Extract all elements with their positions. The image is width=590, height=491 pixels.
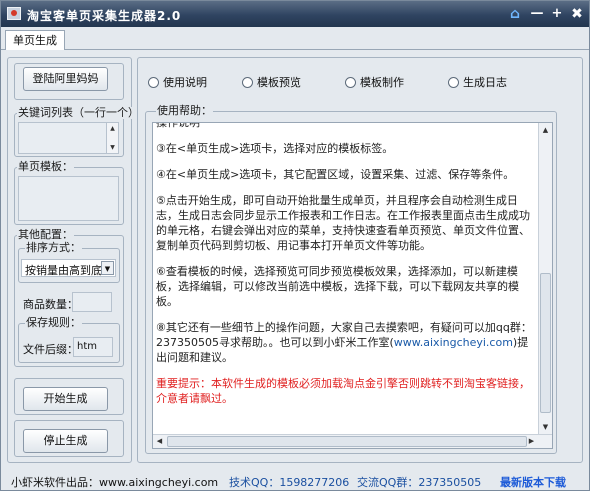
scroll-left-icon[interactable]: ◀ [153,435,166,448]
title-bar[interactable]: 淘宝客单页采集生成器2.0 ⌂ — + ✖ [1,1,589,27]
save-rule-group: 保存规则： 文件后缀： htm [18,317,120,363]
window-title: 淘宝客单页采集生成器2.0 [27,9,182,23]
scroll-up-icon[interactable]: ▲ [539,123,552,137]
radio-circle-icon[interactable] [242,77,253,88]
sort-label: 排序方式： [25,241,82,254]
help-paragraph: ⑥查看模板的时候，选择预览可同步预览模板效果，选择添加，可以新建模板，选择编辑，… [156,265,519,308]
help-paragraph: ③在<单页生成>选项卡，选择对应的模板标签。 [156,142,394,155]
scroll-down-icon[interactable]: ▼ [539,420,552,434]
keywords-scrollbar[interactable]: ▲ ▼ [106,123,118,153]
help-vertical-scrollbar[interactable]: ▲ ▼ [538,123,552,448]
help-paragraph: 操作说明 [156,122,200,129]
tab-single-page[interactable]: 单页生成 [5,30,65,50]
stop-generate-button[interactable]: 停止生成 [23,429,108,453]
quantity-input[interactable] [72,292,112,312]
quantity-label: 商品数量： [23,298,78,311]
radio-template-make[interactable]: 模板制作 [345,76,404,90]
config-label: 其他配置： [17,228,74,241]
radio-usage[interactable]: 使用说明 [148,76,207,90]
close-button[interactable]: ✖ [570,7,584,21]
radio-circle-icon[interactable] [148,77,159,88]
help-label: 使用帮助： [156,104,213,117]
tech-qq-text: 技术QQ：1598277206 [229,476,350,489]
download-latest-link[interactable]: 最新版本下载 [500,474,566,490]
radio-circle-icon[interactable] [345,77,356,88]
template-group: 单页模板： [14,161,124,225]
radio-circle-icon[interactable] [448,77,459,88]
suffix-input[interactable]: htm [73,337,113,357]
help-horizontal-scrollbar[interactable]: ◀ ▶ [153,434,552,448]
template-label: 单页模板： [17,160,74,173]
important-notice: 重要提示：本软件生成的模板必须加载淘点金引擎否则跳转不到淘宝客链接，介意者请飘过… [156,377,530,405]
radio-template-make-label: 模板制作 [360,76,404,89]
scroll-up-icon[interactable]: ▲ [107,123,118,134]
radio-usage-label: 使用说明 [163,76,207,89]
save-rule-label: 保存规则： [25,316,82,329]
app-logo-icon [7,7,21,20]
template-list[interactable] [18,176,119,221]
keywords-group: 关键词列表（一行一个） ▲ ▼ [14,107,140,157]
publisher-text: 小虾米软件出品：www.aixingcheyi.com [11,476,219,489]
minimize-button[interactable]: — [530,7,544,21]
help-paragraph: ⑤点击开始生成，即可自动开始批量生成单页，并且程序会自动检测生成日志，生成日志会… [156,194,530,252]
chevron-down-icon[interactable]: ▼ [101,261,114,275]
radio-template-preview[interactable]: 模板预览 [242,76,301,90]
website-link[interactable]: www.aixingcheyi.com [394,336,513,349]
radio-generate-log[interactable]: 生成日志 [448,76,507,90]
group-qq-text: 交流QQ群：237350505 [357,476,482,489]
keywords-label: 关键词列表（一行一个） [17,106,140,119]
scroll-thumb[interactable] [167,436,527,447]
help-paragraph: ④在<单页生成>选项卡，其它配置区域，设置采集、过滤、保存等条件。 [156,168,515,181]
sort-select[interactable]: 按销量由高到底 ▼ [21,259,116,277]
radio-template-preview-label: 模板预览 [257,76,301,89]
login-alimama-button[interactable]: 登陆阿里妈妈 [23,67,108,91]
help-content: 操作说明 ③在<单页生成>选项卡，选择对应的模板标签。 ④在<单页生成>选项卡，… [156,122,536,417]
start-generate-button[interactable]: 开始生成 [23,387,108,411]
config-group: 其他配置： 排序方式： 按销量由高到底 ▼ 商品数量： 保存规则： 文件后缀： … [14,229,124,367]
status-bar: 小虾米软件出品：www.aixingcheyi.com 技术QQ：1598277… [1,467,589,491]
keywords-textarea[interactable]: ▲ ▼ [18,122,119,154]
maximize-button[interactable]: + [550,7,564,21]
help-paragraph: ⑧其它还有一些细节上的操作问题，大家自己去摸索吧，有疑问可以加qq群：23735… [156,320,536,365]
sort-group: 排序方式： 按销量由高到底 ▼ [18,242,120,283]
scroll-right-icon[interactable]: ▶ [525,435,538,448]
scroll-thumb[interactable] [540,273,551,413]
app-window: 淘宝客单页采集生成器2.0 ⌂ — + ✖ 单页生成 登陆阿里妈妈 关键词列表（… [0,0,590,491]
home-icon[interactable]: ⌂ [508,7,522,21]
scroll-down-icon[interactable]: ▼ [107,142,118,153]
sort-select-value: 按销量由高到底 [25,264,102,277]
tab-strip: 单页生成 [1,27,589,50]
radio-generate-log-label: 生成日志 [463,76,507,89]
suffix-label: 文件后缀： [23,343,78,356]
help-textbox[interactable]: 操作说明 ③在<单页生成>选项卡，选择对应的模板标签。 ④在<单页生成>选项卡，… [152,122,553,449]
